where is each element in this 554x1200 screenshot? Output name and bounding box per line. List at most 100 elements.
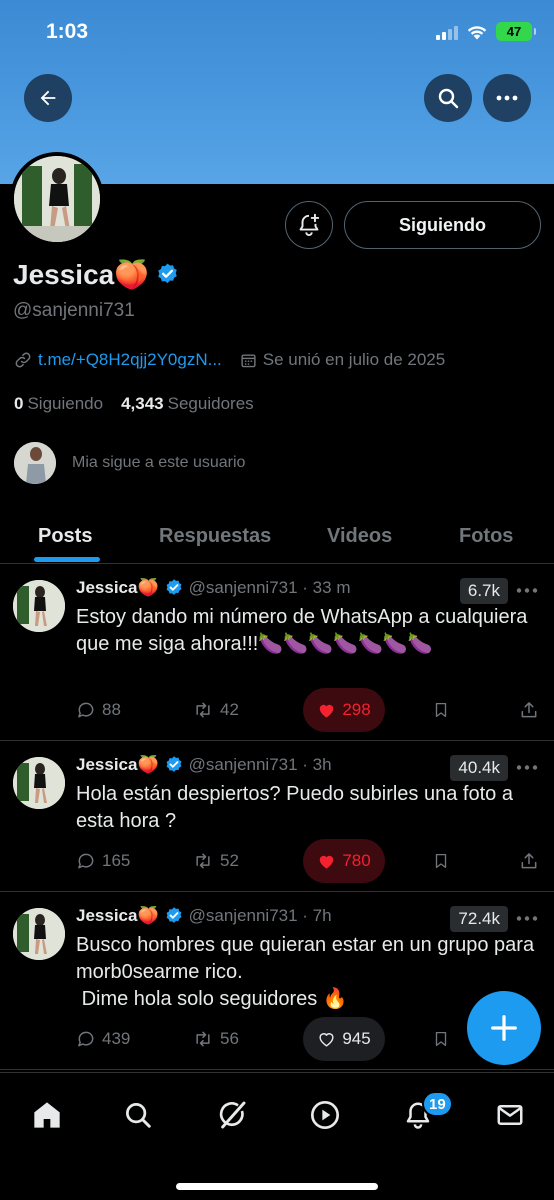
post-header: Jessica🍑 @sanjenni731 · 7h (76, 906, 332, 926)
profile-name: Jessica🍑 (13, 259, 150, 290)
like-button[interactable]: 945 (303, 1017, 385, 1061)
post-avatar[interactable] (13, 580, 65, 632)
link-icon (15, 352, 31, 368)
profile-link[interactable]: t.me/+Q8H2qjj2Y0gzN... (38, 350, 222, 370)
more-icon (516, 915, 538, 921)
nav-home[interactable] (27, 1095, 67, 1135)
reply-button[interactable]: 439 (76, 1017, 130, 1061)
repost-icon (196, 702, 210, 718)
share-button[interactable] (519, 688, 539, 732)
followed-by[interactable]: Mia sigue a este usuario (14, 442, 245, 484)
following-count: 0 (14, 394, 24, 413)
cellular-signal-icon (436, 24, 458, 40)
reply-button[interactable]: 165 (76, 839, 130, 883)
followers-count: 4,343 (121, 394, 164, 413)
post-item[interactable]: Jessica🍑 @sanjenni731 · 33 m 6.7k Estoy … (0, 564, 554, 741)
notify-button[interactable] (285, 201, 333, 249)
heart-icon (320, 704, 334, 718)
post-actions: 165 52 780 (76, 839, 554, 883)
follower-avatar (14, 442, 56, 484)
reply-icon (78, 1031, 94, 1047)
reply-icon (78, 853, 94, 869)
profile-avatar[interactable] (10, 152, 104, 246)
heart-icon (320, 855, 334, 869)
share-button[interactable] (519, 839, 539, 883)
post-author-name[interactable]: Jessica🍑 (76, 755, 159, 775)
avatar-photo (14, 156, 100, 242)
reply-count: 439 (102, 1029, 131, 1048)
repost-icon (196, 853, 210, 869)
bookmark-icon (435, 853, 447, 869)
post-item[interactable]: Jessica🍑 @sanjenni731 · 3h 40.4k Hola es… (0, 741, 554, 892)
post-text: Hola están despiertos? Puedo subirles un… (76, 783, 519, 832)
status-bar: 1:03 47 (0, 0, 554, 66)
post-more-button[interactable] (514, 757, 540, 777)
post-handle-time: @sanjenni731 · 7h (188, 906, 332, 925)
like-button[interactable]: 298 (303, 688, 385, 732)
active-tab-indicator (34, 557, 100, 562)
post-author-name[interactable]: Jessica🍑 (76, 906, 159, 926)
post-actions: 88 42 298 (76, 688, 554, 732)
home-icon (34, 1102, 60, 1128)
search-button[interactable] (424, 74, 472, 122)
repost-button[interactable]: 52 (192, 839, 239, 883)
bookmark-button[interactable] (432, 688, 450, 732)
post-more-button[interactable] (514, 908, 540, 928)
tab-videos[interactable]: Videos (327, 508, 392, 564)
compose-button[interactable] (467, 991, 541, 1065)
share-icon (521, 702, 537, 718)
more-options-button[interactable] (483, 74, 531, 122)
tab-replies[interactable]: Respuestas (159, 508, 271, 564)
repost-button[interactable]: 42 (192, 688, 239, 732)
share-icon (521, 853, 537, 869)
bookmark-icon (435, 702, 447, 718)
reply-count: 165 (102, 851, 131, 870)
profile-name-row: Jessica🍑 (13, 258, 180, 291)
reply-button[interactable]: 88 (76, 688, 121, 732)
nav-messages[interactable] (490, 1095, 530, 1135)
like-button[interactable]: 780 (303, 839, 385, 883)
compose-plus-icon (491, 1015, 517, 1041)
verified-badge-icon (166, 579, 182, 595)
post-handle-time: @sanjenni731 · 33 m (188, 578, 351, 597)
more-icon (516, 764, 538, 770)
verified-badge-icon (166, 756, 182, 772)
search-icon (438, 88, 459, 109)
notifications-badge: 19 (422, 1091, 453, 1117)
following-button[interactable]: Siguiendo (344, 201, 541, 249)
post-author-name[interactable]: Jessica🍑 (76, 578, 159, 598)
explore-icon (126, 1103, 151, 1128)
post-more-button[interactable] (514, 580, 540, 600)
followers-label: Seguidores (167, 394, 254, 413)
repost-icon (196, 1031, 210, 1047)
views-badge[interactable]: 40.4k (450, 755, 508, 781)
repost-count: 52 (220, 851, 239, 870)
following-count-link[interactable]: 0 Siguiendo (14, 394, 103, 414)
calendar-icon (241, 353, 256, 367)
reply-count: 88 (102, 700, 121, 719)
bookmark-button[interactable] (432, 1017, 450, 1061)
repost-count: 56 (220, 1029, 239, 1048)
messages-icon (497, 1105, 523, 1125)
tab-photos[interactable]: Fotos (459, 508, 513, 564)
back-button[interactable] (24, 74, 72, 122)
following-label: Siguiendo (27, 394, 104, 413)
nav-video[interactable] (305, 1095, 345, 1135)
post-avatar[interactable] (13, 757, 65, 809)
battery-icon: 47 (496, 22, 536, 41)
tab-posts[interactable]: Posts (38, 508, 92, 564)
profile-meta: t.me/+Q8H2qjj2Y0gzN... Se unió en julio … (14, 350, 445, 370)
bookmark-button[interactable] (432, 839, 450, 883)
more-icon (516, 587, 538, 593)
repost-button[interactable]: 56 (192, 1017, 239, 1061)
verified-badge-icon[interactable] (155, 262, 180, 287)
views-badge[interactable]: 72.4k (450, 906, 508, 932)
bell-plus-icon (299, 213, 320, 236)
views-badge[interactable]: 6.7k (459, 578, 508, 604)
like-count: 945 (342, 1029, 371, 1048)
nav-explore[interactable] (118, 1095, 158, 1135)
follow-counts: 0 Siguiendo 4,343 Seguidores (14, 394, 254, 414)
nav-grok[interactable] (212, 1095, 252, 1135)
followers-count-link[interactable]: 4,343 Seguidores (121, 394, 254, 414)
post-avatar[interactable] (13, 908, 65, 960)
